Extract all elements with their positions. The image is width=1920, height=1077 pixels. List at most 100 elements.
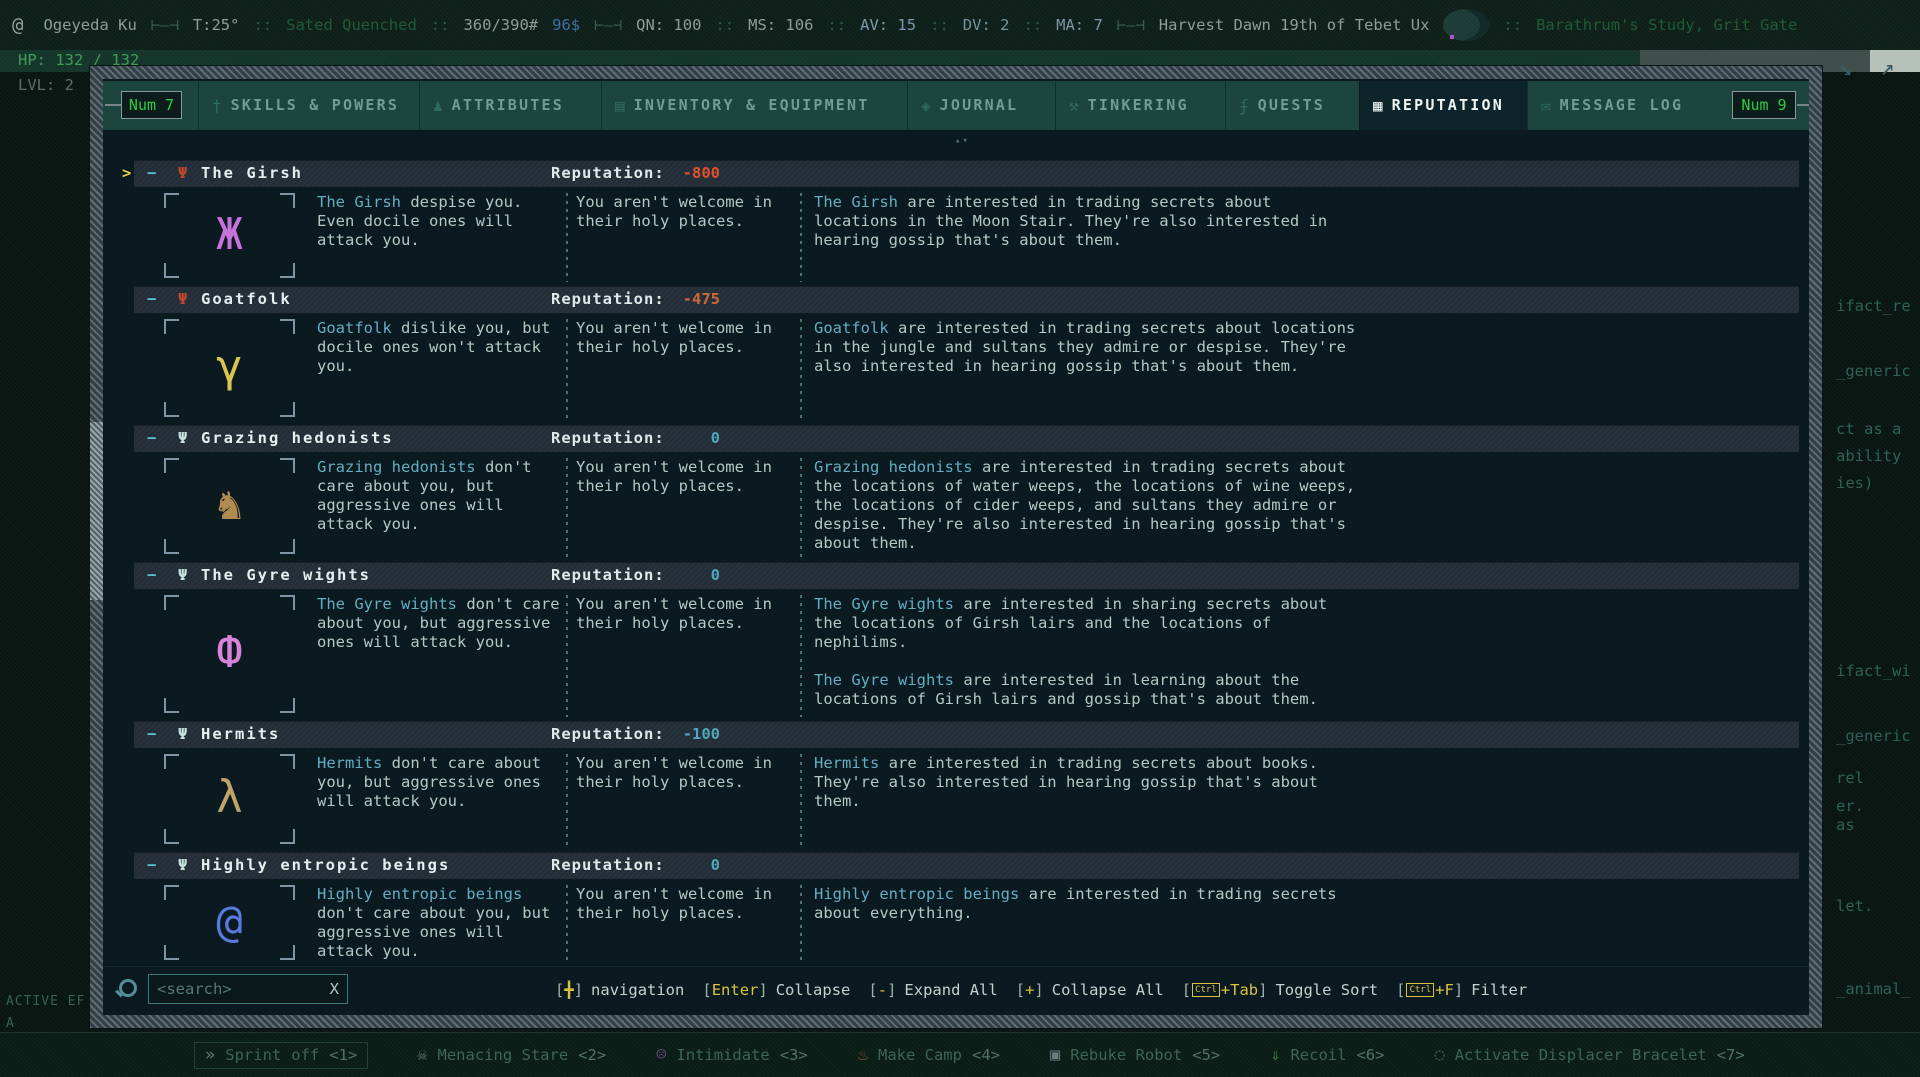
faction-header-row[interactable]: − Ψ The Gyre wights Reputation: 0 — [134, 562, 1799, 589]
ability-intimidate[interactable]: ☹ Intimidate <3> — [656, 1046, 808, 1065]
hotkey-hint: [-]Expand All — [868, 981, 997, 1000]
faction-header-row[interactable]: − Ψ Grazing hedonists Reputation: 0 — [134, 425, 1799, 452]
reputation-value: 0 — [639, 852, 720, 879]
collapse-toggle-icon[interactable]: − — [147, 852, 156, 879]
scroll-indicator-icon[interactable]: ▴▾ — [955, 132, 970, 151]
collapse-toggle-icon[interactable]: − — [147, 425, 156, 452]
reputation-window: Num 7 † SKILLS & POWERS ♟ ATTRIBUTES ▤ I… — [90, 66, 1822, 1028]
separator-colon: :: — [253, 16, 272, 35]
stat-av: AV: 15 — [860, 16, 916, 35]
column-divider — [800, 754, 802, 848]
background-text-fragment: _generic — [1836, 362, 1911, 381]
combat-stats: QN: 100::MS: 106::AV: 15::DV: 2::MA: 7 — [636, 16, 1103, 35]
frame-connector — [105, 104, 121, 106]
column-divider — [800, 885, 802, 964]
reputation-value: 0 — [639, 425, 720, 452]
column-divider — [566, 458, 568, 558]
tab-inventory-equipment[interactable]: ▤ INVENTORY & EQUIPMENT — [601, 81, 907, 130]
next-tab-hotkey[interactable]: Num 9 — [1732, 91, 1796, 119]
tab-quests[interactable]: ʄ QUESTS — [1225, 81, 1359, 130]
separator-colon: :: — [930, 16, 949, 35]
ability-rebuke-robot[interactable]: ▣ Rebuke Robot <5> — [1050, 1046, 1220, 1065]
tab-tinkering[interactable]: ⚒ TINKERING — [1055, 81, 1225, 130]
tab-journal[interactable]: ◈ JOURNAL — [907, 81, 1055, 130]
faction-name: Goatfolk — [201, 286, 292, 313]
book-icon: ◈ — [921, 96, 931, 115]
column-divider — [566, 885, 568, 964]
carry-weight: 360/390# — [463, 16, 538, 35]
faction-interests-text: The Girsh are interested in trading secr… — [814, 193, 1358, 250]
scrollbar-thumb[interactable] — [90, 422, 103, 600]
separator: ⊢—⊣ — [594, 16, 622, 35]
faction-section: − Ψ Highly entropic beings Reputation: 0… — [103, 852, 1809, 966]
faction-interests-text: The Gyre wights are interested in sharin… — [814, 595, 1358, 709]
faction-standing-text: The Gyre wights don't care about you, bu… — [317, 595, 563, 652]
background-text-fragment: as — [1836, 816, 1855, 835]
faction-section: > − Ψ The Girsh Reputation: -800 Ж The G… — [103, 160, 1809, 286]
faction-holy-place-text: You aren't welcome in their holy places. — [576, 319, 776, 357]
faction-sprite-icon: ♞ — [164, 483, 295, 527]
faction-header-row[interactable]: − Ψ Goatfolk Reputation: -475 — [134, 286, 1799, 313]
separator-colon: :: — [1023, 16, 1042, 35]
faction-holy-place-text: You aren't welcome in their holy places. — [576, 885, 776, 923]
faction-sprite-icon: λ — [164, 776, 295, 820]
campfire-icon: ♨ — [858, 1046, 868, 1065]
faction-sprite-frame: λ — [164, 754, 295, 844]
faction-sprite-frame: Ф — [164, 595, 295, 713]
reputation-value: -100 — [639, 721, 720, 748]
faction-sprite-icon: γ — [164, 345, 295, 389]
hotkey-hint: [Enter]Collapse — [702, 981, 850, 1000]
faction-holy-place-text: You aren't welcome in their holy places. — [576, 458, 776, 496]
tab-attributes[interactable]: ♟ ATTRIBUTES — [419, 81, 601, 130]
faction-header-row[interactable]: − Ψ Hermits Reputation: -100 — [134, 721, 1799, 748]
selection-cursor-icon: > — [122, 160, 131, 187]
faction-emblem-icon: Ψ — [178, 425, 187, 452]
temperature: T:25° — [193, 16, 240, 35]
faction-section: − Ψ Hermits Reputation: -100 λ Hermits d… — [103, 721, 1809, 852]
ability-sprint[interactable]: » Sprint off <1> — [195, 1043, 367, 1068]
background-text-fragment: ct as a — [1836, 420, 1901, 439]
scroll-icon: ▦ — [1373, 96, 1383, 115]
location-name: Barathrum's Study, Grit Gate — [1536, 16, 1797, 35]
collapse-toggle-icon[interactable]: − — [147, 286, 156, 313]
collapse-toggle-icon[interactable]: − — [147, 160, 156, 187]
ability-recoil[interactable]: ⇓ Recoil <6> — [1270, 1046, 1384, 1065]
ability-menacing-stare[interactable]: ☠ Menacing Stare <2> — [417, 1046, 606, 1065]
ability-make-camp[interactable]: ♨ Make Camp <4> — [858, 1046, 1000, 1065]
toolbox-icon: ⚒ — [1069, 96, 1079, 115]
hotkey-hint: [╋]navigation — [555, 981, 684, 1000]
faction-holy-place-text: You aren't welcome in their holy places. — [576, 754, 776, 792]
hotkey-hint: [Ctrl+F]Filter — [1396, 981, 1527, 1000]
prev-tab-hotkey[interactable]: Num 7 — [121, 91, 182, 119]
faction-header-row[interactable]: − Ψ Highly entropic beings Reputation: 0 — [134, 852, 1799, 879]
faction-section: − Ψ The Gyre wights Reputation: 0 Ф The … — [103, 562, 1809, 721]
column-divider — [566, 193, 568, 282]
collapse-toggle-icon[interactable]: − — [147, 721, 156, 748]
frame-connector — [1797, 104, 1809, 106]
game-screen: @ Ogeyeda Ku ⊢—⊣ T:25° :: Sated Quenched… — [0, 0, 1920, 1077]
column-divider — [800, 319, 802, 421]
search-icon — [119, 979, 137, 997]
quest-key-icon: ʄ — [1239, 96, 1249, 115]
active-effects-fragment: ACTIVE EF — [6, 992, 85, 1011]
search-input[interactable]: <search> X — [148, 974, 348, 1004]
separator-colon: :: — [827, 16, 846, 35]
faction-standing-text: Highly entropic beings don't care about … — [317, 885, 563, 961]
search-clear-button[interactable]: X — [330, 980, 339, 999]
top-status-bar: @ Ogeyeda Ku ⊢—⊣ T:25° :: Sated Quenched… — [0, 0, 1920, 50]
ability-activate-displacer-bracelet[interactable]: ◌ Activate Displacer Bracelet <7> — [1434, 1046, 1744, 1065]
faction-list: ▴▾ > − Ψ The Girsh Reputation: -800 Ж Th… — [103, 130, 1809, 966]
faction-standing-text: Grazing hedonists don't care about you, … — [317, 458, 563, 534]
collapse-toggle-icon[interactable]: − — [147, 562, 156, 589]
ability-bar: » Sprint off <1> ☠ Menacing Stare <2> ☹ … — [0, 1032, 1920, 1077]
tab-skills-powers[interactable]: † SKILLS & POWERS — [198, 81, 419, 130]
faction-header-row[interactable]: > − Ψ The Girsh Reputation: -800 — [134, 160, 1799, 187]
column-divider — [800, 193, 802, 282]
faction-standing-text: Hermits don't care about you, but aggres… — [317, 754, 563, 811]
faction-emblem-icon: Ψ — [178, 562, 187, 589]
tab-bar: Num 7 † SKILLS & POWERS ♟ ATTRIBUTES ▤ I… — [103, 81, 1809, 130]
window-footer: <search> X [╋]navigation [Enter]Collapse [… — [103, 966, 1809, 1013]
faction-emblem-icon: Ψ — [178, 160, 187, 187]
tab-message-log[interactable]: ✉ MESSAGE LOG — [1527, 81, 1763, 130]
tab-reputation[interactable]: ▦ REPUTATION — [1359, 81, 1527, 130]
